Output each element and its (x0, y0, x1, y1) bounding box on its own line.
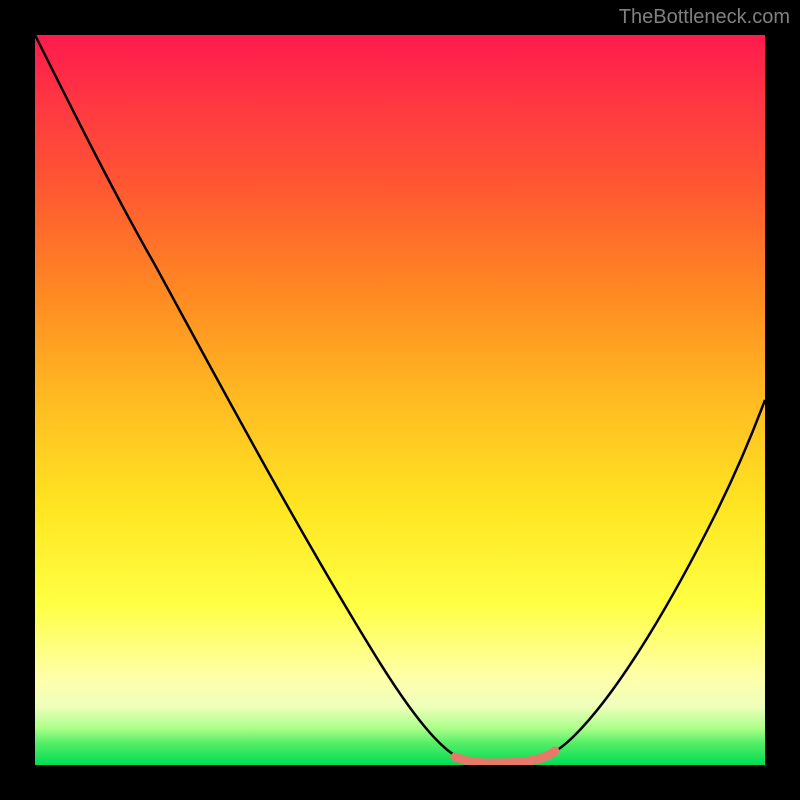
chart-svg (35, 35, 765, 765)
chart-plot-area (35, 35, 765, 765)
watermark-text: TheBottleneck.com (619, 6, 790, 29)
highlight-segment (455, 751, 555, 763)
bottleneck-curve-line (35, 35, 765, 763)
